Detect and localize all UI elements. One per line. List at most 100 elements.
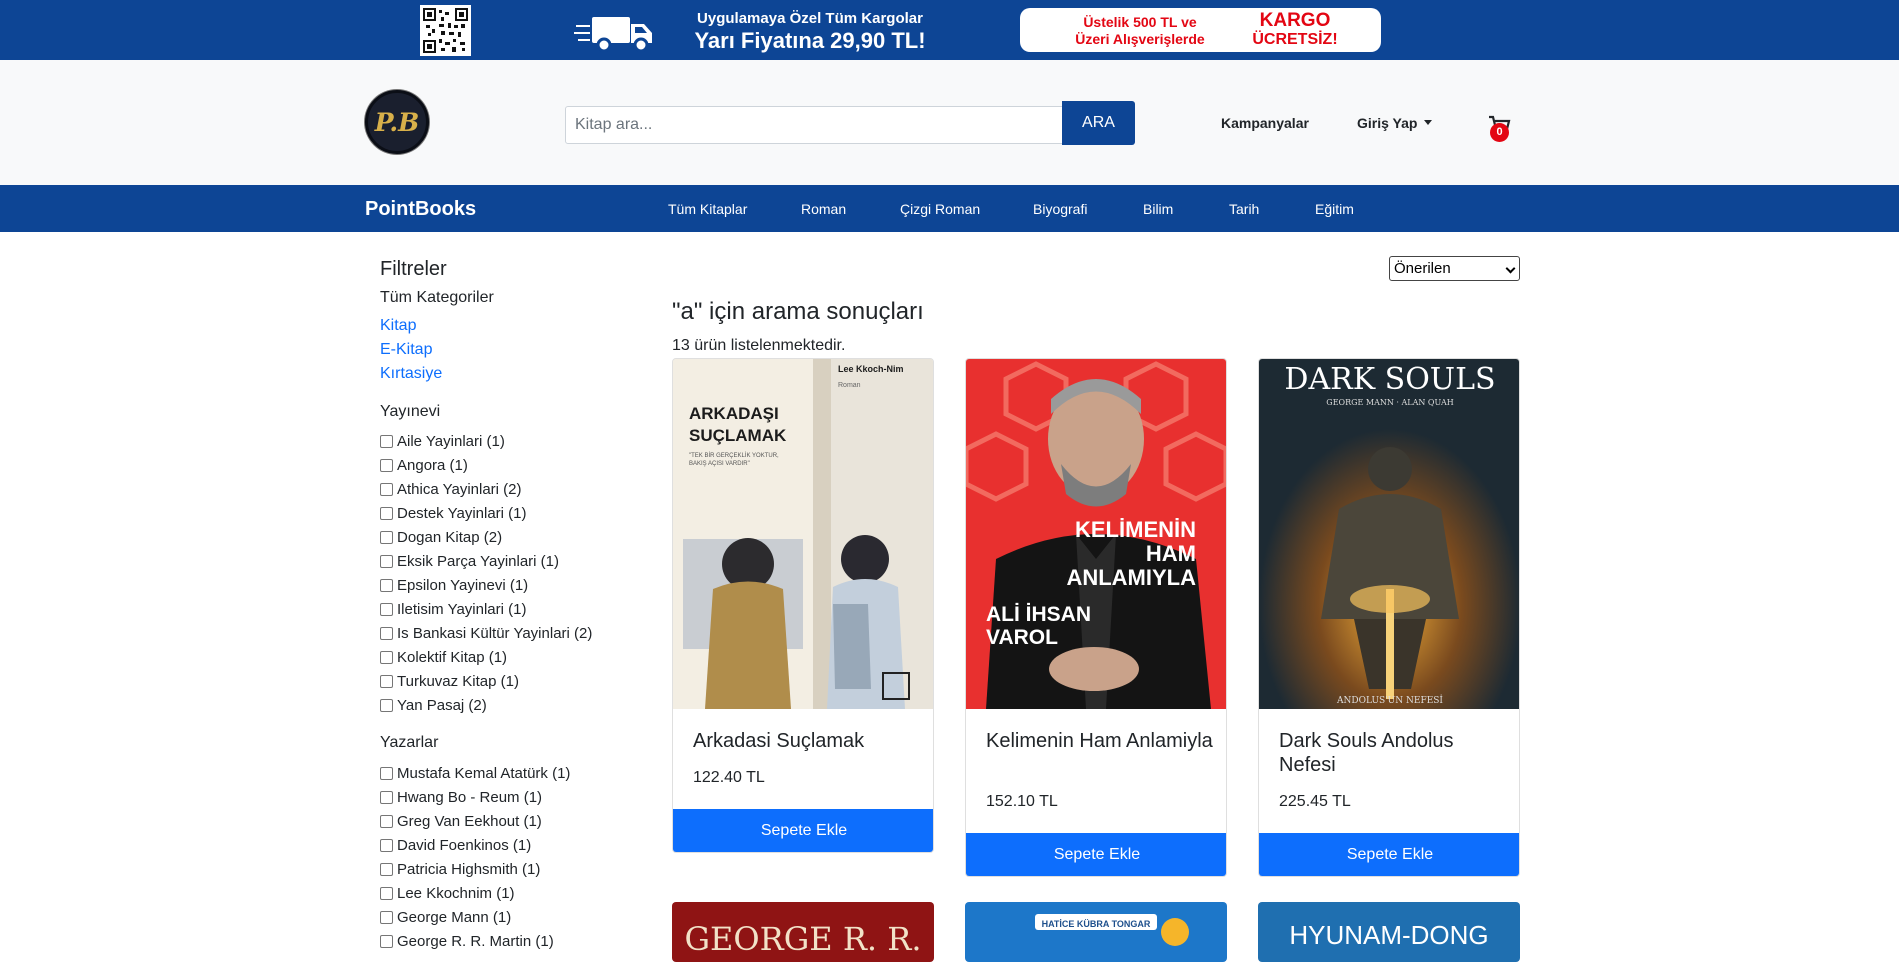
search-input[interactable] bbox=[565, 106, 1063, 144]
author-label: George R. R. Martin (1) bbox=[397, 933, 554, 950]
author-checkbox[interactable]: Patricia Highsmith (1) bbox=[380, 861, 540, 878]
product-card[interactable]: ARKADAŞI SUÇLAMAK "TEK BİR GERÇEKLİK YOK… bbox=[672, 358, 934, 853]
cover-author: Lee Kkoch-Nim bbox=[838, 364, 904, 374]
publisher-checkbox[interactable]: Eksik Parça Yayinlari (1) bbox=[380, 553, 559, 570]
checkbox-box[interactable] bbox=[380, 554, 393, 568]
author-label: Patricia Highsmith (1) bbox=[397, 861, 541, 878]
product-card[interactable]: KELİMENİN HAM ANLAMIYLA ALİ İHSAN VAROL … bbox=[965, 358, 1227, 877]
checkbox-box[interactable] bbox=[380, 482, 393, 496]
publisher-checkbox[interactable]: Aile Yayinlari (1) bbox=[380, 433, 505, 450]
nav-item-history[interactable]: Tarih bbox=[1229, 201, 1259, 217]
publisher-checkbox[interactable]: Is Bankasi Kültür Yayinlari (2) bbox=[380, 625, 592, 642]
author-checkbox[interactable]: Mustafa Kemal Atatürk (1) bbox=[380, 765, 570, 782]
cover-title: DARK SOULS bbox=[1284, 362, 1495, 397]
checkbox-box[interactable] bbox=[380, 674, 393, 688]
add-to-cart-button[interactable]: Sepete Ekle bbox=[1259, 833, 1519, 876]
chevron-down-icon bbox=[1505, 263, 1516, 274]
publisher-label: Turkuvaz Kitap (1) bbox=[397, 673, 519, 690]
checkbox-box[interactable] bbox=[380, 790, 393, 804]
author-checkbox[interactable]: George R. R. Martin (1) bbox=[380, 933, 554, 950]
cover-author: HATİCE KÜBRA TONGAR bbox=[1042, 919, 1151, 929]
checkbox-box[interactable] bbox=[380, 886, 393, 900]
checkbox-box[interactable] bbox=[380, 698, 393, 712]
brand-name[interactable]: PointBooks bbox=[365, 198, 476, 221]
logo-text: P.B bbox=[374, 107, 420, 137]
publisher-checkbox[interactable]: Angora (1) bbox=[380, 457, 468, 474]
product-card[interactable]: DARK SOULS GEORGE MANN · ALAN QUAH ANDOL… bbox=[1258, 358, 1520, 877]
publisher-checkbox[interactable]: Athica Yayinlari (2) bbox=[380, 481, 522, 498]
book-cover-image[interactable]: GEORGE R. R. bbox=[672, 902, 934, 962]
publisher-checkbox[interactable]: Kolektif Kitap (1) bbox=[380, 649, 507, 666]
cover-authors: GEORGE MANN · ALAN QUAH bbox=[1326, 398, 1453, 407]
book-cover-image[interactable]: ARKADAŞI SUÇLAMAK "TEK BİR GERÇEKLİK YOK… bbox=[673, 359, 933, 709]
checkbox-box[interactable] bbox=[380, 862, 393, 876]
author-checkbox[interactable]: Greg Van Eekhout (1) bbox=[380, 813, 542, 830]
sort-select[interactable]: Önerilen bbox=[1389, 256, 1520, 281]
cover-title-line-1: ARKADAŞI bbox=[689, 404, 779, 423]
author-label: Lee Kkochnim (1) bbox=[397, 885, 515, 902]
checkbox-box[interactable] bbox=[380, 506, 393, 520]
category-link-kirtasiye[interactable]: Kırtasiye bbox=[380, 365, 442, 383]
checkbox-box[interactable] bbox=[380, 530, 393, 544]
nav-item-roman[interactable]: Roman bbox=[801, 201, 846, 217]
checkbox-box[interactable] bbox=[380, 626, 393, 640]
login-dropdown[interactable]: Giriş Yap bbox=[1357, 115, 1433, 131]
search-button[interactable]: ARA bbox=[1062, 101, 1135, 145]
checkbox-box[interactable] bbox=[380, 458, 393, 472]
author-label: Greg Van Eekhout (1) bbox=[397, 813, 542, 830]
checkbox-box[interactable] bbox=[380, 814, 393, 828]
publisher-checkbox[interactable]: Turkuvaz Kitap (1) bbox=[380, 673, 519, 690]
sort-selected-value: Önerilen bbox=[1394, 260, 1451, 277]
checkbox-box[interactable] bbox=[380, 934, 393, 948]
author-checkbox[interactable]: George Mann (1) bbox=[380, 909, 511, 926]
category-link-ekitap[interactable]: E-Kitap bbox=[380, 341, 432, 359]
product-card[interactable]: HATİCE KÜBRA TONGAR bbox=[965, 902, 1227, 962]
product-title[interactable]: Kelimenin Ham Anlamiyla bbox=[986, 729, 1216, 753]
cover-title-line-3: ANLAMIYLA bbox=[1066, 565, 1196, 590]
nav-item-biography[interactable]: Biyografi bbox=[1033, 201, 1087, 217]
publisher-checkbox[interactable]: Destek Yayinlari (1) bbox=[380, 505, 527, 522]
nav-item-all-books[interactable]: Tüm Kitaplar bbox=[668, 201, 747, 217]
product-title[interactable]: Dark Souls Andolus Nefesi bbox=[1279, 729, 1509, 777]
add-to-cart-button[interactable]: Sepete Ekle bbox=[966, 833, 1226, 876]
qr-code-image bbox=[420, 5, 471, 56]
book-cover-image[interactable]: KELİMENİN HAM ANLAMIYLA ALİ İHSAN VAROL bbox=[966, 359, 1226, 709]
ucretsiz-label: ÜCRETSİZ! bbox=[1252, 31, 1338, 48]
publisher-checkbox[interactable]: Epsilon Yayinevi (1) bbox=[380, 577, 528, 594]
cover-subtitle: ANDOLUS'UN NEFESİ bbox=[1336, 694, 1443, 706]
author-checkbox[interactable]: David Foenkinos (1) bbox=[380, 837, 531, 854]
checkbox-box[interactable] bbox=[380, 766, 393, 780]
category-link-kitap[interactable]: Kitap bbox=[380, 317, 416, 335]
publisher-label: Angora (1) bbox=[397, 457, 468, 474]
product-title[interactable]: Arkadasi Suçlamak bbox=[693, 729, 923, 753]
checkbox-box[interactable] bbox=[380, 650, 393, 664]
nav-item-education[interactable]: Eğitim bbox=[1315, 201, 1354, 217]
book-cover-image[interactable]: HYUNAM-DONG bbox=[1258, 902, 1520, 962]
author-checkbox[interactable]: Hwang Bo - Reum (1) bbox=[380, 789, 542, 806]
campaigns-link[interactable]: Kampanyalar bbox=[1221, 115, 1309, 131]
product-card[interactable]: GEORGE R. R. bbox=[672, 902, 934, 962]
login-label: Giriş Yap bbox=[1357, 115, 1418, 131]
publisher-checkbox[interactable]: Dogan Kitap (2) bbox=[380, 529, 502, 546]
app-shipping-promo: Uygulamaya Özel Tüm Kargolar Yarı Fiyatı… bbox=[680, 10, 940, 54]
author-label: George Mann (1) bbox=[397, 909, 512, 926]
site-logo[interactable]: P.B bbox=[365, 90, 429, 154]
add-to-cart-button[interactable]: Sepete Ekle bbox=[673, 809, 933, 852]
checkbox-box[interactable] bbox=[380, 578, 393, 592]
top-promo-banner[interactable] bbox=[0, 0, 1899, 60]
book-cover-image[interactable]: HATİCE KÜBRA TONGAR bbox=[965, 902, 1227, 962]
publisher-checkbox[interactable]: Iletisim Yayinlari (1) bbox=[380, 601, 526, 618]
free-shipping-condition: Üstelik 500 TL ve Üzeri Alışverişlerde bbox=[1060, 14, 1220, 48]
author-label: Hwang Bo - Reum (1) bbox=[397, 789, 543, 806]
checkbox-box[interactable] bbox=[380, 910, 393, 924]
publisher-checkbox[interactable]: Yan Pasaj (2) bbox=[380, 697, 487, 714]
book-cover-image[interactable]: DARK SOULS GEORGE MANN · ALAN QUAH ANDOL… bbox=[1259, 359, 1519, 709]
product-card[interactable]: HYUNAM-DONG bbox=[1258, 902, 1520, 962]
author-checkbox[interactable]: Lee Kkochnim (1) bbox=[380, 885, 515, 902]
nav-item-science[interactable]: Bilim bbox=[1143, 201, 1173, 217]
checkbox-box[interactable] bbox=[380, 838, 393, 852]
free-shipping-label: KARGO ÜCRETSİZ! bbox=[1240, 11, 1350, 49]
nav-item-comics[interactable]: Çizgi Roman bbox=[900, 201, 980, 217]
checkbox-box[interactable] bbox=[380, 602, 393, 616]
checkbox-box[interactable] bbox=[380, 434, 393, 448]
